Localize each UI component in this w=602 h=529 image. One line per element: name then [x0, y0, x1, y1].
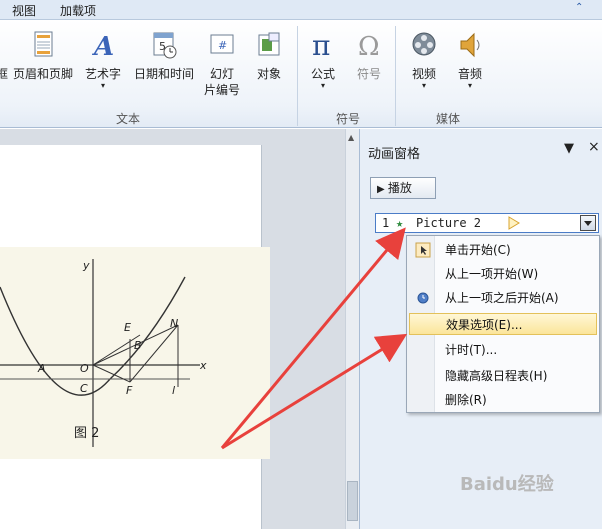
- svg-text:A: A: [91, 32, 114, 60]
- item-name: Picture 2: [416, 216, 482, 230]
- chevron-down-icon: [584, 221, 592, 226]
- object-button[interactable]: 对象: [246, 30, 292, 108]
- header-footer-button[interactable]: 页眉和页脚: [8, 30, 78, 108]
- object-icon: [258, 32, 280, 56]
- group-divider: [395, 26, 396, 126]
- menu-item-start-on-click[interactable]: 单击开始(C): [409, 239, 597, 261]
- menu-item-hide-advanced-timeline[interactable]: 隐藏高级日程表(H): [409, 365, 597, 387]
- point-label-n: N: [170, 317, 178, 330]
- pane-menu-icon[interactable]: ▼: [564, 141, 574, 156]
- timeline-marker-icon: [508, 216, 520, 230]
- svg-text:π: π: [312, 30, 330, 60]
- parabola-figure: y x O A B C E F N l 图 2: [0, 259, 207, 447]
- scroll-thumb[interactable]: [347, 481, 358, 521]
- group-label-media: 媒体: [435, 112, 460, 126]
- tab-view[interactable]: 视图: [12, 2, 36, 19]
- entrance-star-icon: ★: [396, 216, 404, 230]
- menu-item-after-previous[interactable]: 从上一项之后开始(A): [409, 287, 597, 309]
- help-icon[interactable]: ⌃: [575, 2, 583, 13]
- axis-label-y: y: [82, 259, 90, 272]
- symbol-button[interactable]: Ω 符号: [348, 30, 390, 108]
- wordart-button[interactable]: A 艺术字 ▾: [80, 30, 126, 108]
- mouse-click-icon: [415, 242, 431, 258]
- animation-context-menu: 单击开始(C) 从上一项开始(W) 从上一项之后开始(A) 效果选项(E)...…: [406, 235, 600, 413]
- group-label-text: 文本: [115, 112, 140, 126]
- picture-2[interactable]: y x O A B C E F N l 图 2: [0, 247, 270, 459]
- figure-caption: 图 2: [74, 426, 99, 441]
- video-button[interactable]: 视频 ▾: [402, 30, 446, 108]
- chevron-down-icon: ▾: [320, 81, 325, 90]
- pi-icon: π: [312, 30, 330, 60]
- menu-item-timing[interactable]: 计时(T)...: [409, 339, 597, 361]
- point-label-f: F: [126, 384, 133, 397]
- ribbon-tab-bar: 视图 加载项 ⌃: [0, 0, 602, 20]
- line-label-l: l: [172, 384, 175, 397]
- pane-title: 动画窗格: [368, 147, 421, 162]
- item-index: 1: [382, 216, 390, 230]
- point-label-b: B: [134, 339, 142, 352]
- date-time-button[interactable]: 5 日期和时间: [128, 30, 200, 108]
- slide-number-button[interactable]: # 幻灯 片编号: [200, 30, 244, 108]
- vertical-scrollbar[interactable]: ▲: [345, 129, 359, 529]
- play-button[interactable]: ▶ 播放: [370, 177, 436, 199]
- group-divider: [297, 26, 298, 126]
- clock-icon: [417, 292, 429, 304]
- scroll-up-icon[interactable]: ▲: [348, 133, 354, 142]
- speaker-icon: [460, 32, 480, 58]
- audio-button[interactable]: 音频 ▾: [448, 30, 492, 108]
- point-label-o: O: [80, 362, 89, 375]
- omega-icon: Ω: [358, 32, 380, 60]
- group-label-symbols: 符号: [335, 112, 360, 126]
- menu-item-with-previous[interactable]: 从上一项开始(W): [409, 263, 597, 285]
- ribbon: 框 页眉和页脚 A 艺术字 ▾ 5 日期和时间 # 幻灯 片编号 对象 文本 π…: [0, 20, 602, 128]
- chevron-down-icon: ▾: [421, 81, 426, 90]
- wordart-icon: A: [91, 32, 114, 60]
- chevron-down-icon: ▾: [467, 81, 472, 90]
- watermark: Baidu经验: [460, 474, 554, 495]
- film-reel-icon: [412, 32, 436, 56]
- slide-number-icon: #: [210, 34, 234, 54]
- menu-item-remove[interactable]: 删除(R): [409, 389, 597, 411]
- svg-text:#: #: [218, 39, 227, 52]
- equation-button[interactable]: π 公式 ▾: [302, 30, 344, 108]
- point-label-a: A: [37, 362, 46, 375]
- menu-item-effect-options[interactable]: 效果选项(E)...: [409, 313, 597, 335]
- point-label-e: E: [124, 321, 131, 334]
- axis-label-x: x: [199, 359, 207, 372]
- calendar-clock-icon: 5: [153, 32, 177, 59]
- animation-item[interactable]: 1 ★ Picture 2: [375, 213, 599, 233]
- item-dropdown-button[interactable]: [580, 215, 596, 231]
- tab-addins[interactable]: 加载项: [60, 2, 96, 19]
- chevron-down-icon: ▾: [100, 81, 105, 90]
- svg-text:Ω: Ω: [358, 32, 380, 60]
- point-label-c: C: [80, 382, 88, 395]
- document-icon: [34, 31, 53, 57]
- close-icon[interactable]: ×: [588, 139, 600, 155]
- play-icon: ▶: [377, 184, 388, 195]
